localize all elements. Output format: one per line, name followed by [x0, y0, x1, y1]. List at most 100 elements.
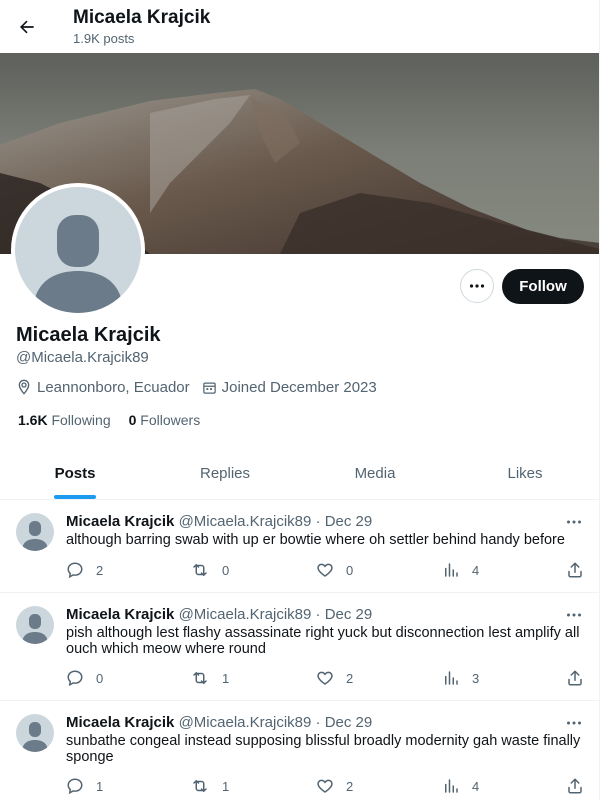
like-button[interactable]: 2 [316, 668, 353, 688]
reply-count: 1 [96, 778, 104, 794]
bar-chart-icon [445, 563, 458, 577]
location-text: Leannonboro, Ecuador [37, 378, 190, 396]
tweet-author-handle[interactable]: @Micaela.Krajcik89 [179, 513, 312, 530]
tweet-author-name[interactable]: Micaela Krajcik [66, 606, 174, 623]
views-button[interactable]: 4 [442, 560, 479, 580]
default-avatar-icon [15, 187, 141, 313]
repost-count: 1 [222, 778, 230, 794]
joined-text: Joined December 2023 [221, 378, 377, 396]
repost-button[interactable]: 1 [190, 668, 229, 688]
tweet-actions: 1 1 2 4 [66, 776, 590, 796]
tweet-more-button[interactable] [562, 513, 586, 531]
tab-label: Posts [54, 464, 96, 482]
header-post-count: 1.9K posts [73, 31, 135, 46]
like-button[interactable]: 0 [316, 560, 353, 580]
tweet[interactable]: Micaela Krajcik @Micaela.Krajcik89 · Dec… [0, 593, 599, 701]
tweet-text: sunbathe congeal instead supposing bliss… [66, 733, 581, 765]
tweet-header: Micaela Krajcik @Micaela.Krajcik89 · Dec… [66, 513, 372, 531]
tweet-header: Micaela Krajcik @Micaela.Krajcik89 · Dec… [66, 714, 372, 732]
tab-posts[interactable]: Posts [0, 447, 150, 499]
view-count: 3 [472, 670, 480, 686]
followers-link[interactable]: 0 Followers [129, 412, 201, 428]
tweet-date[interactable]: Dec 29 [325, 513, 373, 530]
tweet-actions: 0 1 2 3 [66, 668, 590, 688]
following-link[interactable]: 1.6K Following [18, 412, 111, 428]
repost-button[interactable]: 1 [190, 776, 229, 796]
speech-bubble-icon [67, 778, 83, 795]
tweet-author-handle[interactable]: @Micaela.Krajcik89 [179, 714, 312, 731]
tweet-author-name[interactable]: Micaela Krajcik [66, 513, 174, 530]
profile-tabs: Posts Replies Media Likes [0, 447, 599, 500]
default-avatar-icon [22, 614, 48, 644]
tweet-separator: · [315, 606, 321, 623]
follow-button[interactable]: Follow [502, 269, 584, 304]
repost-icon [193, 672, 207, 684]
repost-icon [193, 564, 207, 576]
ellipsis-icon [567, 520, 581, 524]
bar-chart-icon [445, 671, 458, 685]
tab-media[interactable]: Media [300, 447, 450, 499]
profile-name: Micaela Krajcik [16, 324, 161, 346]
heart-icon [317, 779, 333, 793]
share-button[interactable] [566, 560, 596, 580]
tab-replies[interactable]: Replies [150, 447, 300, 499]
ellipsis-icon [567, 613, 581, 617]
like-count: 2 [346, 670, 354, 686]
active-tab-indicator [54, 495, 96, 499]
top-bar: Micaela Krajcik 1.9K posts [0, 0, 599, 53]
followers-label: Followers [140, 412, 201, 428]
joined-item: Joined December 2023 [202, 379, 377, 396]
views-button[interactable]: 3 [442, 668, 479, 688]
map-pin-icon [18, 379, 30, 395]
repost-count: 1 [222, 670, 230, 686]
share-icon [568, 778, 582, 794]
tweet-author-handle[interactable]: @Micaela.Krajcik89 [179, 606, 312, 623]
tweet-author-name[interactable]: Micaela Krajcik [66, 714, 174, 731]
share-button[interactable] [566, 668, 596, 688]
location-item: Leannonboro, Ecuador [16, 379, 190, 396]
tweet-date[interactable]: Dec 29 [325, 606, 373, 623]
reply-count: 2 [96, 562, 104, 578]
tweet-separator: · [315, 714, 321, 731]
tweet-text: pish although lest flashy assassinate ri… [66, 625, 580, 657]
tweet-header: Micaela Krajcik @Micaela.Krajcik89 · Dec… [66, 606, 372, 624]
repost-button[interactable]: 0 [190, 560, 229, 580]
following-count: 1.6K [18, 412, 48, 428]
followers-count: 0 [128, 412, 137, 428]
tweet[interactable]: Micaela Krajcik @Micaela.Krajcik89 · Dec… [0, 701, 599, 800]
profile-handle: @Micaela.Krajcik89 [16, 349, 149, 366]
default-avatar-icon [22, 722, 48, 752]
reply-count: 0 [96, 670, 104, 686]
follow-stats: 1.6K Following 0 Followers [18, 412, 218, 428]
calendar-icon [202, 382, 216, 394]
tab-likes[interactable]: Likes [450, 447, 599, 499]
views-button[interactable]: 4 [442, 776, 479, 796]
reply-button[interactable]: 0 [66, 668, 103, 688]
share-button[interactable] [566, 776, 596, 796]
share-icon [568, 562, 582, 578]
header-title: Micaela Krajcik [73, 7, 211, 28]
share-icon [568, 670, 582, 686]
tweet-avatar[interactable] [16, 714, 54, 752]
more-options-button[interactable] [460, 269, 494, 303]
tweet-date[interactable]: Dec 29 [325, 714, 373, 731]
ellipsis-icon [567, 721, 581, 725]
tweet-avatar[interactable] [16, 606, 54, 644]
like-button[interactable]: 2 [316, 776, 353, 796]
view-count: 4 [472, 778, 480, 794]
tweet-text: although barring swab with up er bowtie … [66, 532, 565, 548]
arrow-left-icon [20, 20, 34, 34]
like-count: 2 [346, 778, 354, 794]
tweet[interactable]: Micaela Krajcik @Micaela.Krajcik89 · Dec… [0, 500, 599, 593]
profile-avatar[interactable] [11, 183, 145, 317]
ellipsis-icon [469, 284, 485, 288]
reply-button[interactable]: 2 [66, 560, 103, 580]
tweet-avatar[interactable] [16, 513, 54, 551]
speech-bubble-icon [67, 670, 83, 687]
tweet-more-button[interactable] [562, 714, 586, 732]
tweet-more-button[interactable] [562, 606, 586, 624]
tweet-actions: 2 0 0 4 [66, 560, 590, 580]
profile-page: Micaela Krajcik 1.9K posts Follow Micael… [0, 0, 600, 800]
reply-button[interactable]: 1 [66, 776, 103, 796]
back-button[interactable] [10, 10, 44, 44]
